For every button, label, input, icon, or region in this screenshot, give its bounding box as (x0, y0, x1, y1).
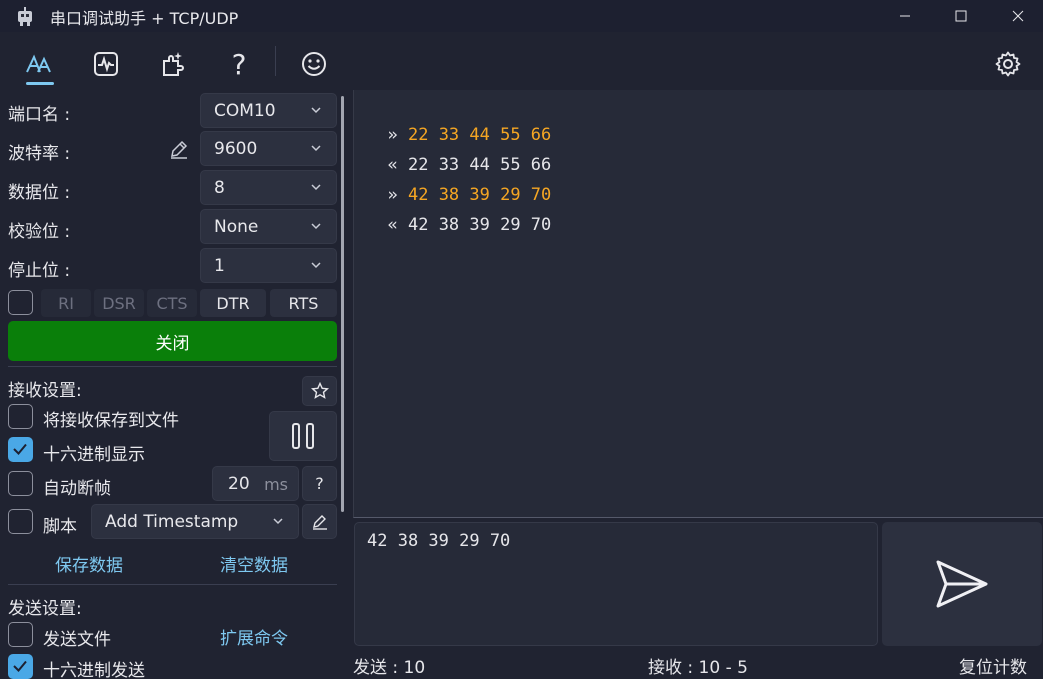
extend-command-link[interactable]: 扩展命令 (220, 624, 288, 649)
signal-dtr-button[interactable]: DTR (200, 289, 266, 317)
maximize-button[interactable] (938, 0, 984, 32)
signal-rts-button[interactable]: RTS (270, 289, 337, 317)
script-edit-button[interactable] (302, 504, 337, 539)
smiley-icon (302, 52, 326, 76)
send-input[interactable]: 42 38 39 29 70 (354, 522, 878, 646)
active-tab-indicator (26, 82, 54, 85)
databits-value: 8 (214, 177, 225, 198)
save-data-link[interactable]: 保存数据 (55, 551, 123, 576)
section-divider (8, 366, 337, 367)
signals-checkbox[interactable] (8, 290, 33, 315)
auto-frame-help-button[interactable]: ? (302, 466, 337, 501)
plugin-icon (163, 52, 184, 76)
log-line: « 42 38 39 29 70 (367, 195, 551, 235)
auto-frame-label: 自动断帧 (43, 479, 111, 499)
hex-display-label: 十六进制显示 (43, 445, 145, 465)
receive-settings-label: 接收设置: (8, 381, 82, 401)
signal-ri: RI (41, 289, 91, 317)
favorite-button[interactable] (302, 376, 337, 406)
baud-value: 9600 (214, 138, 258, 159)
close-icon (1012, 10, 1024, 22)
check-icon (13, 443, 27, 455)
rx-arrow: « (387, 215, 398, 235)
baud-select[interactable]: 9600 (200, 131, 337, 166)
parity-select[interactable]: None (200, 209, 337, 244)
app-robot-icon (14, 6, 36, 28)
tab-help[interactable]: ? (219, 44, 259, 84)
settings-button[interactable] (988, 44, 1028, 84)
section-divider (8, 584, 337, 585)
parity-label: 校验位 : (8, 222, 71, 242)
send-icon (936, 560, 988, 608)
port-select[interactable]: COM10 (200, 93, 337, 128)
script-label: 脚本 (43, 517, 77, 537)
serial-icon (26, 54, 51, 73)
script-value: Add Timestamp (105, 511, 239, 532)
pause-button[interactable] (269, 411, 337, 461)
help-icon: ? (231, 47, 247, 81)
window-title: 串口调试助手 + TCP/UDP (50, 9, 239, 28)
stopbits-label: 停止位 : (8, 261, 71, 281)
send-file-label: 发送文件 (43, 630, 111, 650)
chevron-down-icon (311, 223, 321, 230)
check-icon (13, 660, 27, 672)
parity-value: None (214, 216, 259, 237)
chevron-down-icon (311, 184, 321, 191)
send-settings-label: 发送设置: (8, 599, 82, 619)
port-value: COM10 (214, 100, 276, 121)
maximize-icon (955, 10, 967, 22)
settings-icon (995, 51, 1021, 77)
hex-display-checkbox[interactable] (8, 437, 33, 462)
star-icon (310, 382, 329, 399)
baud-label: 波特率 : (8, 144, 71, 164)
left-panel-scrollbar[interactable] (341, 96, 344, 512)
chevron-down-icon (311, 145, 321, 152)
clear-data-link[interactable]: 清空数据 (220, 551, 288, 576)
script-select[interactable]: Add Timestamp (91, 504, 299, 539)
pause-icon (292, 423, 314, 449)
minimize-button[interactable] (882, 0, 928, 32)
pen-icon (171, 140, 188, 159)
tab-about[interactable] (294, 44, 334, 84)
databits-label: 数据位 : (8, 183, 71, 203)
databits-select[interactable]: 8 (200, 170, 337, 205)
close-port-button[interactable]: 关闭 (8, 321, 337, 361)
tab-plugin[interactable] (153, 44, 193, 84)
chevron-down-icon (311, 262, 321, 269)
auto-frame-value: 20 (228, 473, 250, 494)
chevron-down-icon (273, 518, 283, 525)
baud-edit-button[interactable] (168, 138, 190, 160)
signal-dsr: DSR (94, 289, 144, 317)
stopbits-value: 1 (214, 255, 225, 276)
minimize-icon (900, 15, 910, 17)
toolbar-separator (275, 46, 276, 76)
signal-cts: CTS (147, 289, 197, 317)
rx-data: 42 38 39 29 70 (407, 215, 552, 235)
chevron-down-icon (311, 107, 321, 114)
hex-send-checkbox[interactable] (8, 654, 33, 679)
stopbits-select[interactable]: 1 (200, 248, 337, 283)
save-to-file-label: 将接收保存到文件 (43, 411, 179, 431)
close-window-button[interactable] (995, 0, 1041, 32)
send-button[interactable] (882, 522, 1042, 646)
waveform-icon (94, 52, 118, 76)
received-count: 接收 : 10 - 5 (648, 658, 748, 678)
auto-frame-input[interactable]: 20 ms (212, 466, 299, 501)
reset-count-link[interactable]: 复位计数 (959, 653, 1027, 678)
auto-frame-unit: ms (264, 475, 288, 494)
save-to-file-checkbox[interactable] (8, 404, 33, 429)
hex-send-label: 十六进制发送 (43, 661, 145, 679)
port-label: 端口名 : (8, 105, 71, 125)
tab-waveform[interactable] (86, 44, 126, 84)
auto-frame-checkbox[interactable] (8, 471, 33, 496)
script-checkbox[interactable] (8, 509, 33, 534)
send-file-checkbox[interactable] (8, 622, 33, 647)
edit-icon (312, 514, 327, 530)
tab-serial[interactable] (19, 44, 59, 84)
sent-count: 发送 : 10 (353, 658, 426, 678)
